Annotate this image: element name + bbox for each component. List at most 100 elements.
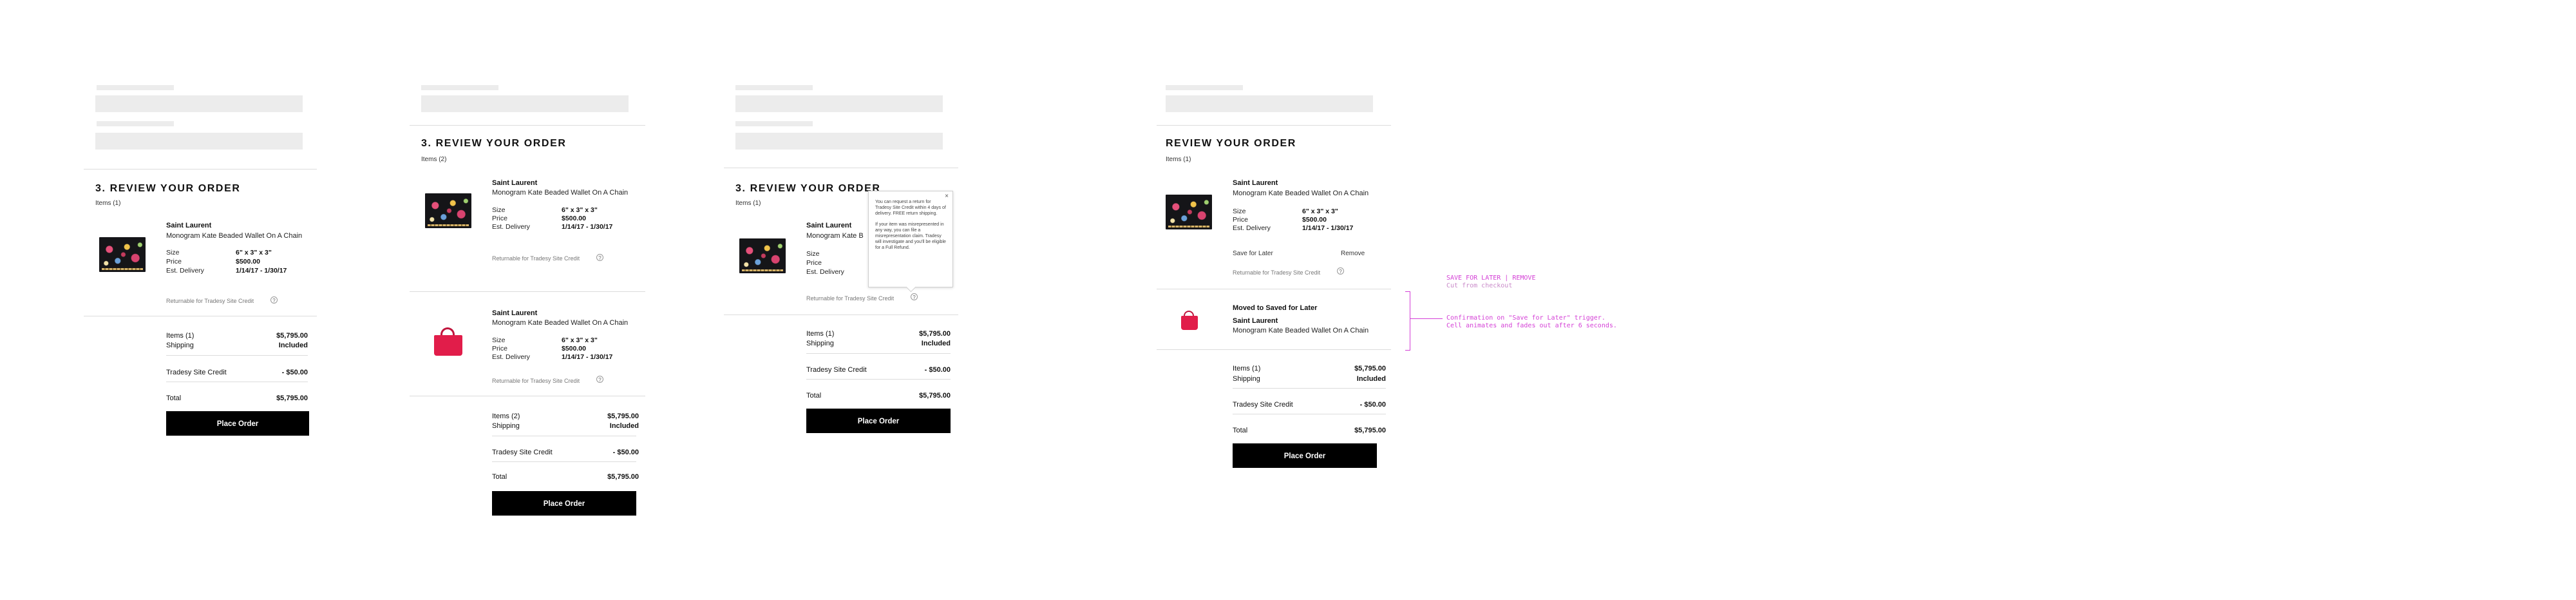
annotation-bracket [1405, 291, 1410, 351]
size-label: Size [166, 249, 180, 256]
price-label: Price [492, 215, 507, 222]
product-brand: Saint Laurent [806, 222, 852, 229]
place-order-button[interactable]: Place Order [806, 409, 951, 433]
section-title: 3. REVIEW YOUR ORDER [95, 183, 241, 194]
product-thumbnail[interactable] [425, 324, 471, 358]
annotation-line: Cut from checkout [1446, 282, 1513, 289]
product-thumbnail[interactable] [1166, 195, 1212, 229]
skeleton-block [735, 133, 943, 150]
price-label: Price [1233, 216, 1248, 224]
divider [1157, 349, 1391, 350]
product-thumbnail[interactable] [99, 237, 146, 272]
total-value: $5,795.00 [276, 394, 308, 402]
skeleton-block [95, 95, 303, 112]
place-order-button[interactable]: Place Order [166, 411, 309, 436]
place-order-button[interactable]: Place Order [1233, 443, 1377, 468]
tooltip-claim-text: If your item was misrepresented in any w… [875, 222, 946, 250]
annotation-connector [1410, 318, 1443, 319]
items-row-label: Items (2) [492, 412, 520, 420]
price-value: $500.00 [562, 345, 586, 353]
items-row-value: $5,795.00 [1354, 365, 1386, 373]
info-icon[interactable]: ? [270, 296, 278, 304]
skeleton-line [735, 121, 813, 126]
returnable-note: Returnable for Tradesy Site Credit [1233, 269, 1321, 276]
info-icon[interactable]: ? [596, 254, 603, 261]
remove-link[interactable]: Remove [1341, 250, 1365, 257]
annotation-save-remove: SAVE FOR LATER | REMOVE Cut from checkou… [1446, 275, 1535, 290]
info-icon[interactable]: ? [911, 293, 918, 300]
info-icon[interactable]: ? [596, 376, 603, 383]
items-row-label: Items (1) [1233, 365, 1261, 373]
returnable-note: Returnable for Tradesy Site Credit [492, 378, 580, 384]
items-row-value: $5,795.00 [276, 332, 308, 340]
skeleton-block [1166, 95, 1373, 112]
total-value: $5,795.00 [607, 473, 639, 481]
place-order-button[interactable]: Place Order [492, 491, 636, 516]
product-brand: Saint Laurent [1233, 179, 1278, 187]
total-value: $5,795.00 [919, 392, 951, 400]
product-name[interactable]: Monogram Kate Beaded Wallet On A Chain [492, 319, 628, 327]
shipping-value: Included [1356, 375, 1386, 383]
items-count: Items (1) [735, 200, 761, 207]
product-thumbnail[interactable] [425, 193, 471, 228]
returnable-note: Returnable for Tradesy Site Credit [492, 255, 580, 262]
size-label: Size [1233, 208, 1246, 215]
size-label: Size [806, 250, 820, 258]
product-name[interactable]: Monogram Kate B [806, 232, 864, 240]
items-row-label: Items (1) [166, 332, 194, 340]
price-value: $500.00 [1302, 216, 1327, 224]
product-thumbnail[interactable] [739, 238, 786, 273]
total-label: Total [166, 394, 182, 402]
product-name[interactable]: Monogram Kate Beaded Wallet On A Chain [166, 232, 302, 240]
shipping-label: Shipping [166, 342, 194, 349]
annotation-line: Cell animates and fades out after 6 seco… [1446, 322, 1617, 329]
divider [410, 125, 645, 126]
save-for-later-link[interactable]: Save for Later [1233, 250, 1273, 257]
close-icon[interactable]: × [945, 193, 949, 200]
delivery-label: Est. Delivery [1233, 224, 1271, 232]
size-label: Size [492, 206, 506, 214]
total-label: Total [492, 473, 507, 481]
section-title: REVIEW YOUR ORDER [1166, 138, 1296, 149]
divider [806, 379, 951, 380]
skeleton-block [735, 95, 943, 112]
items-row-value: $5,795.00 [919, 330, 951, 338]
product-name[interactable]: Monogram Kate Beaded Wallet On A Chain [1233, 189, 1368, 197]
credit-label: Tradesy Site Credit [492, 449, 553, 456]
shipping-value: Included [921, 340, 951, 347]
items-row-value: $5,795.00 [607, 412, 639, 420]
total-label: Total [1233, 427, 1248, 434]
product-thumbnail [1166, 303, 1212, 338]
skeleton-line [735, 85, 813, 90]
size-value: 6" x 3" x 3" [1302, 208, 1338, 215]
panel-1-review-order: 3. REVIEW YOUR ORDER Items (1) Saint Lau… [84, 84, 322, 470]
shipping-label: Shipping [492, 422, 520, 430]
total-label: Total [806, 392, 822, 400]
divider [1157, 125, 1391, 126]
panel-3-review-order-tooltip: 3. REVIEW YOUR ORDER Items (1) Saint Lau… [724, 84, 981, 470]
size-value: 6" x 3" x 3" [236, 249, 272, 256]
moved-to-saved-label: Moved to Saved for Later [1233, 304, 1318, 312]
credit-label: Tradesy Site Credit [166, 369, 227, 376]
price-label: Price [806, 259, 822, 267]
size-value: 6" x 3" x 3" [562, 206, 598, 214]
price-value: $500.00 [562, 215, 586, 222]
section-title: 3. REVIEW YOUR ORDER [421, 138, 567, 149]
size-label: Size [492, 336, 506, 344]
divider [492, 461, 636, 462]
info-icon[interactable]: ? [1337, 267, 1344, 275]
delivery-value: 1/14/17 - 1/30/17 [1302, 224, 1354, 232]
items-row-label: Items (1) [806, 330, 835, 338]
items-count: Items (2) [421, 156, 447, 163]
product-name: Monogram Kate Beaded Wallet On A Chain [1233, 327, 1369, 334]
credit-label: Tradesy Site Credit [806, 366, 867, 374]
product-brand: Saint Laurent [492, 309, 538, 317]
product-name[interactable]: Monogram Kate Beaded Wallet On A Chain [492, 189, 628, 197]
divider [806, 353, 951, 354]
delivery-value: 1/14/17 - 1/30/17 [562, 353, 613, 361]
annotation-line: Confirmation on "Save for Later" trigger… [1446, 315, 1605, 322]
product-brand: Saint Laurent [166, 222, 212, 229]
credit-value: - $50.00 [612, 449, 639, 456]
delivery-label: Est. Delivery [166, 267, 204, 275]
price-label: Price [492, 345, 507, 353]
